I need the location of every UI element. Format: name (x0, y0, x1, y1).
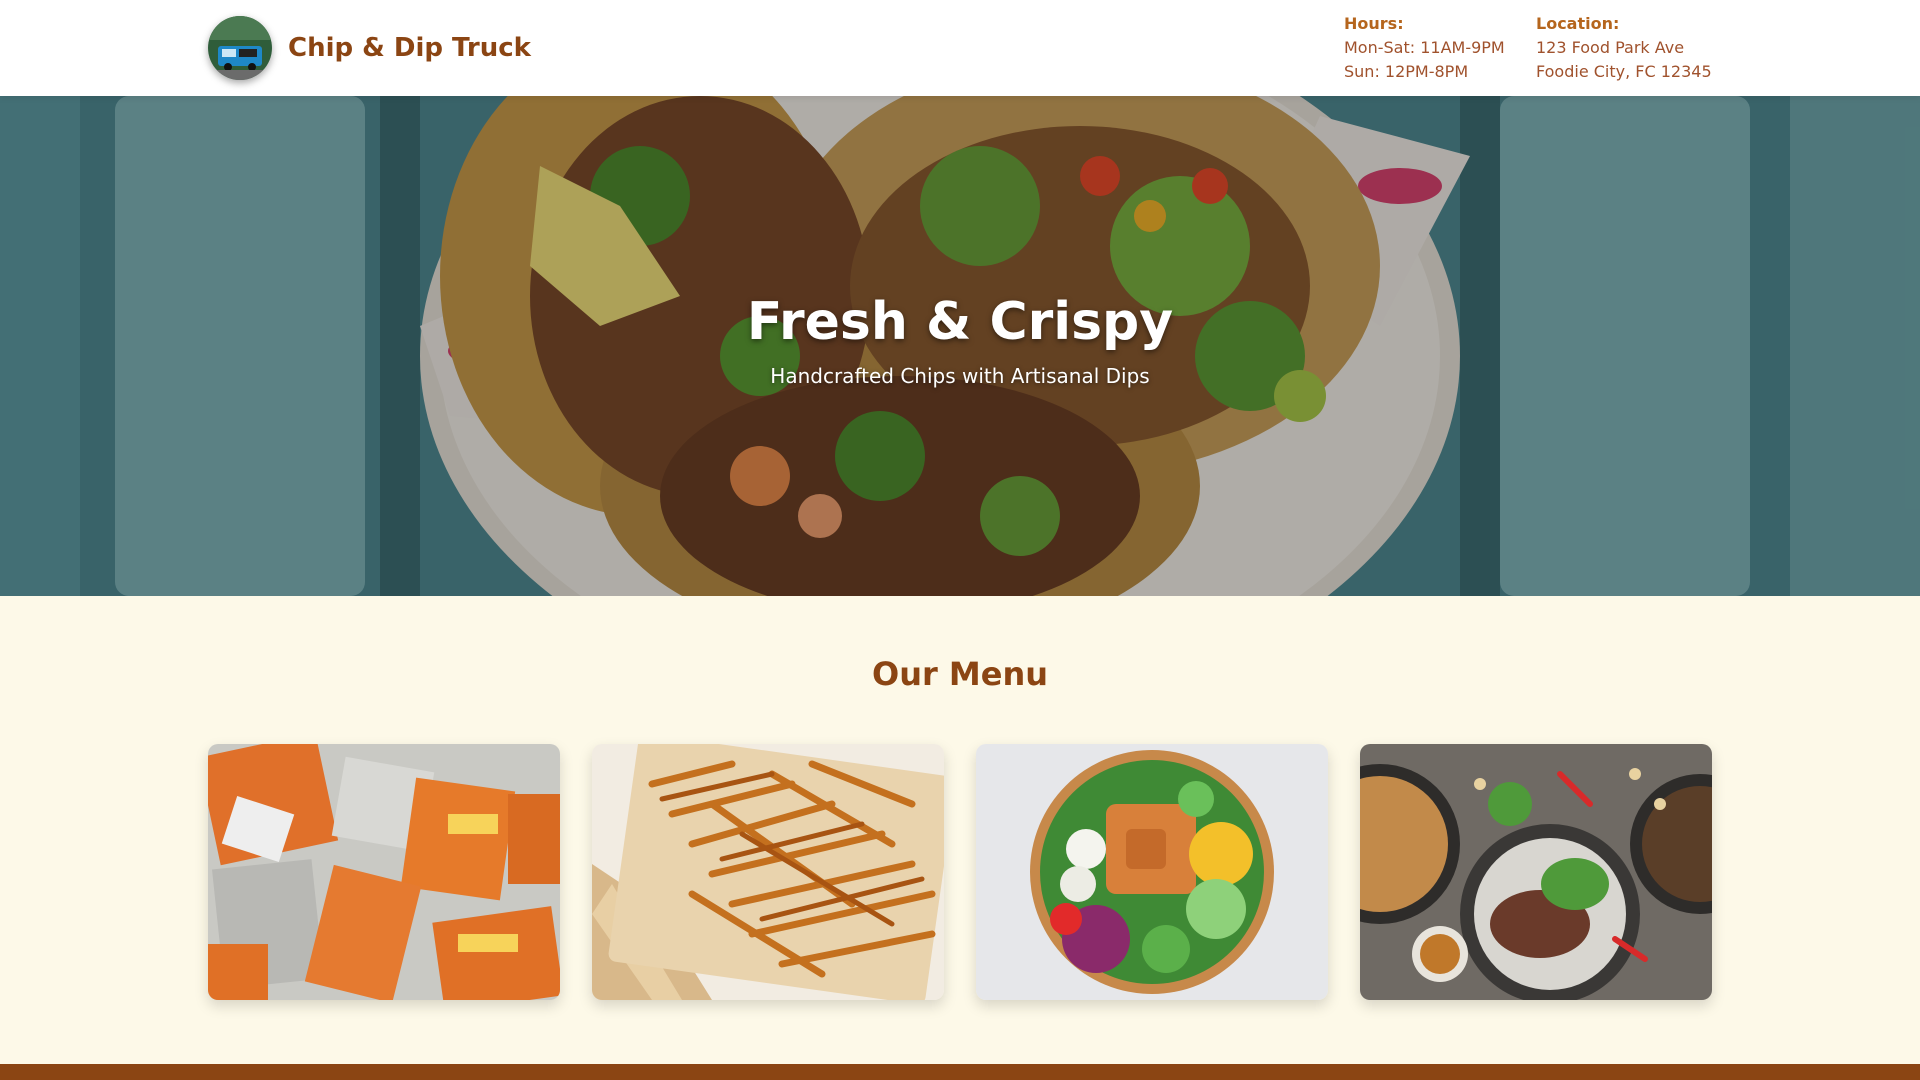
hero-title: Fresh & Crispy (746, 292, 1174, 352)
hours-label: Hours: (1344, 14, 1404, 33)
salad-bowl-photo (976, 744, 1328, 1000)
location-info: Location: 123 Food Park Ave Foodie City,… (1536, 12, 1712, 84)
footer-bar (0, 1064, 1920, 1080)
site-header: Chip & Dip Truck Hours: Mon-Sat: 11AM-9P… (0, 0, 1920, 96)
location-label: Location: (1536, 14, 1620, 33)
menu-item-card[interactable] (1360, 744, 1712, 1000)
hero-banner: Fresh & Crispy Handcrafted Chips with Ar… (0, 96, 1920, 596)
hero-subtitle: Handcrafted Chips with Artisanal Dips (770, 364, 1150, 388)
menu-item-card[interactable] (592, 744, 944, 1000)
menu-item-card[interactable] (976, 744, 1328, 1000)
menu-item-card[interactable] (208, 744, 560, 1000)
food-truck-icon[interactable] (208, 16, 272, 80)
hours-weekday: Mon-Sat: 11AM-9PM (1344, 38, 1505, 57)
plated-dishes-photo (1360, 744, 1712, 1000)
french-fries-photo (592, 744, 944, 1000)
location-street: 123 Food Park Ave (1536, 38, 1685, 57)
hours-info: Hours: Mon-Sat: 11AM-9PM Sun: 12PM-8PM (1344, 12, 1505, 84)
location-city: Foodie City, FC 12345 (1536, 62, 1712, 81)
brand[interactable]: Chip & Dip Truck (208, 16, 531, 80)
brand-name[interactable]: Chip & Dip Truck (288, 33, 531, 63)
hours-sunday: Sun: 12PM-8PM (1344, 62, 1469, 81)
chips-bags-photo (208, 744, 560, 1000)
menu-title: Our Menu (871, 655, 1048, 693)
